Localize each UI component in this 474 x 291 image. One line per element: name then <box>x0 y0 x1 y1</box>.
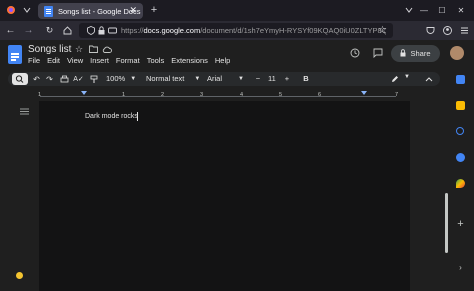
menu-help[interactable]: Help <box>215 56 230 65</box>
calendar-icon[interactable] <box>456 75 465 84</box>
comments-icon[interactable] <box>372 47 383 58</box>
lock-icon[interactable] <box>98 26 105 37</box>
paragraph-style-select[interactable]: Normal text ▼ <box>146 74 200 83</box>
share-label: Share <box>410 49 431 58</box>
keep-icon[interactable] <box>456 101 465 110</box>
maps-icon[interactable] <box>456 179 465 188</box>
print-icon[interactable] <box>60 74 69 84</box>
left-indent-marker-icon[interactable] <box>81 91 87 95</box>
shield-icon[interactable] <box>87 26 95 37</box>
window-maximize-button[interactable]: ☐ <box>436 4 448 16</box>
tab-title: Songs list - Google Docs <box>58 6 141 16</box>
emoji-icon[interactable] <box>16 272 23 279</box>
list-tabs-chevron-icon[interactable] <box>404 5 414 15</box>
search-menus-button[interactable] <box>12 73 28 85</box>
lock-icon <box>400 48 406 59</box>
font-size-input[interactable]: 11 <box>268 74 276 83</box>
ruler-number: 5 <box>279 92 283 98</box>
ruler-number: 4 <box>240 92 244 98</box>
ruler-number: 1 <box>38 92 42 98</box>
spellcheck-icon[interactable]: A✓ <box>73 74 84 84</box>
vertical-ruler <box>0 101 10 291</box>
chevron-down-icon: ▼ <box>130 75 137 82</box>
app-menu-icon[interactable] <box>459 25 470 36</box>
forward-arrow-icon[interactable]: → <box>23 25 34 36</box>
url-path: /document/d/1sh7eYmyH-RYSYf09KQAQ0iU0ZLT… <box>200 26 386 35</box>
firefox-view-icon[interactable] <box>6 5 16 15</box>
avatar[interactable] <box>450 46 464 60</box>
url-text[interactable]: https://docs.google.com/document/d/1sh7e… <box>121 26 386 35</box>
window-close-button[interactable]: ✕ <box>455 4 467 16</box>
google-docs-favicon-icon <box>44 5 53 17</box>
cloud-saved-icon[interactable] <box>102 44 112 54</box>
bookmark-star-icon[interactable]: ☆ <box>377 25 388 36</box>
permissions-icon[interactable] <box>108 26 117 37</box>
undo-icon[interactable]: ↶ <box>32 74 41 84</box>
get-add-ons-plus-icon[interactable]: + <box>456 218 465 230</box>
move-folder-icon[interactable] <box>88 44 98 54</box>
menu-tools[interactable]: Tools <box>147 56 165 65</box>
bold-button[interactable]: B <box>302 74 310 83</box>
account-icon[interactable] <box>442 25 453 36</box>
list-all-tabs-icon[interactable] <box>22 5 32 15</box>
star-icon[interactable]: ☆ <box>74 44 84 54</box>
style-value: Normal text <box>146 74 185 83</box>
menu-format[interactable]: Format <box>116 56 140 65</box>
paint-format-icon[interactable] <box>89 74 98 84</box>
zoom-value: 100% <box>106 74 126 83</box>
menu-view[interactable]: View <box>67 56 83 65</box>
reload-icon[interactable]: ↻ <box>44 25 55 36</box>
decrease-font-size-button[interactable]: − <box>254 74 262 83</box>
url-bar[interactable]: https://docs.google.com/document/d/1sh7e… <box>79 23 393 38</box>
menu-extensions[interactable]: Extensions <box>171 56 208 65</box>
tasks-icon[interactable] <box>456 127 464 135</box>
show-side-panel-chevron-icon[interactable]: › <box>456 263 465 272</box>
version-history-icon[interactable] <box>349 47 360 58</box>
contacts-icon[interactable] <box>456 153 465 162</box>
text-cursor <box>137 112 138 121</box>
menu-file[interactable]: File <box>28 56 40 65</box>
docs-home-icon[interactable] <box>8 45 22 64</box>
right-indent-marker-icon[interactable] <box>361 91 367 95</box>
pocket-icon[interactable] <box>425 25 436 36</box>
document-outline-icon[interactable] <box>19 107 29 116</box>
redo-icon[interactable]: ↷ <box>45 74 54 84</box>
chevron-down-icon: ▼ <box>238 75 244 82</box>
home-icon[interactable] <box>62 25 73 36</box>
menu-edit[interactable]: Edit <box>47 56 60 65</box>
share-button[interactable]: Share <box>391 45 440 62</box>
increase-font-size-button[interactable]: + <box>283 74 291 83</box>
editing-mode-chevron-icon[interactable]: ▼ <box>404 74 410 80</box>
ruler[interactable] <box>40 96 396 97</box>
menu-insert[interactable]: Insert <box>90 56 109 65</box>
docs-menu-bar: File Edit View Insert Format Tools Exten… <box>28 56 237 65</box>
back-arrow-icon[interactable]: ← <box>5 25 16 36</box>
zoom-select[interactable]: 100% ▼ <box>106 74 136 83</box>
font-select[interactable]: Arial ▼ <box>207 74 244 83</box>
browser-tab-active[interactable]: Songs list - Google Docs ✕ <box>38 3 143 19</box>
chevron-down-icon: ▼ <box>194 75 201 82</box>
hide-menus-chevron-up-icon[interactable] <box>424 74 433 84</box>
ruler-number: 6 <box>318 92 322 98</box>
ruler-number: 2 <box>161 92 165 98</box>
ruler-number: 1 <box>122 92 126 98</box>
window-minimize-button[interactable]: — <box>418 4 430 16</box>
document-title[interactable]: Songs list <box>28 44 71 55</box>
url-host: docs.google.com <box>143 26 201 35</box>
url-prefix: https:// <box>121 26 144 35</box>
font-value: Arial <box>207 74 223 83</box>
tab-close-icon[interactable]: ✕ <box>129 5 137 16</box>
document-page[interactable] <box>39 101 410 291</box>
ruler-number: 3 <box>200 92 204 98</box>
ruler-number: 7 <box>395 92 399 98</box>
new-tab-button[interactable]: + <box>148 4 160 16</box>
editing-mode-pencil-icon[interactable] <box>390 74 399 84</box>
document-body-text[interactable]: Dark mode rocks <box>85 113 138 120</box>
